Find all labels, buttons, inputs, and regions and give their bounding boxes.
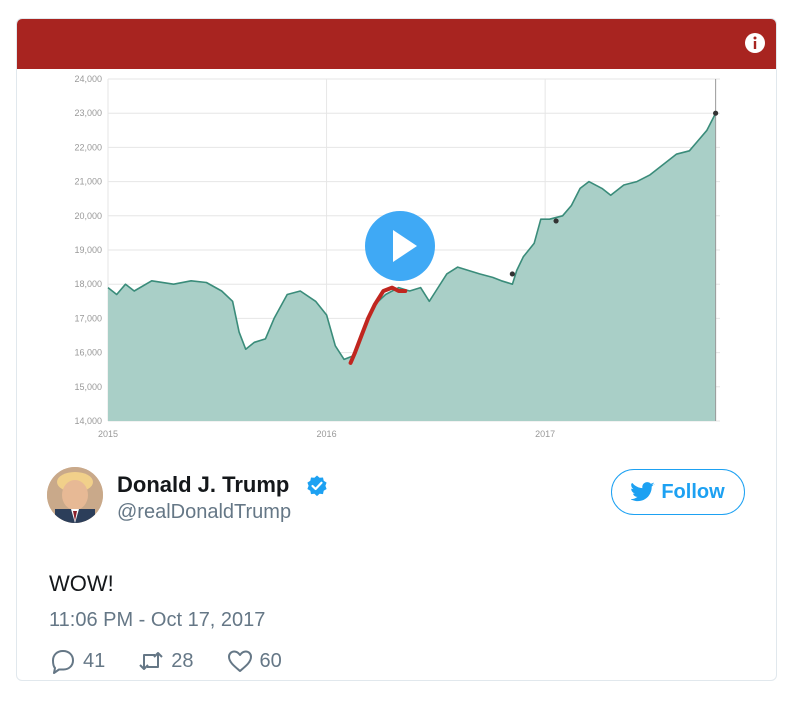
embedded-tweet-card: 14,000 15,000 16,000 17,000 18,000 19,000 20,0… — [16, 18, 777, 681]
x-tick-label: 2017 — [535, 429, 555, 439]
like-button[interactable]: 60 — [226, 647, 282, 675]
avatar-image — [47, 467, 103, 523]
data-marker — [509, 271, 515, 277]
x-tick-label: 2016 — [317, 429, 337, 439]
tweet-timestamp[interactable]: 11:06 PM - Oct 17, 2017 — [49, 609, 265, 632]
y-tick-label: 21,000 — [74, 177, 102, 187]
retweet-button[interactable]: 28 — [137, 647, 194, 675]
reply-count: 41 — [83, 649, 106, 672]
y-tick-label: 22,000 — [74, 142, 102, 152]
data-marker — [713, 110, 719, 116]
screen-name[interactable]: @realDonaldTrump — [117, 501, 291, 524]
reply-button[interactable]: 41 — [49, 647, 105, 675]
y-tick-label: 16,000 — [74, 348, 102, 358]
tweet-actions: 41 28 60 — [49, 645, 314, 677]
info-icon[interactable] — [743, 31, 767, 55]
y-tick-label: 14,000 — [74, 416, 102, 426]
y-tick-label: 18,000 — [74, 279, 102, 289]
avatar[interactable] — [47, 467, 103, 523]
play-icon[interactable] — [364, 210, 436, 282]
tweet-text: WOW! — [49, 571, 114, 596]
heart-icon — [227, 650, 252, 672]
video-player[interactable]: 14,000 15,000 16,000 17,000 18,000 19,000 20,0… — [17, 19, 776, 447]
data-marker — [553, 218, 559, 224]
reply-icon — [52, 650, 74, 674]
y-tick-label: 20,000 — [74, 211, 102, 221]
y-tick-label: 23,000 — [74, 108, 102, 118]
y-tick-label: 19,000 — [74, 245, 102, 255]
tweet-body: Donald J. Trump @realDonaldTrump Follow … — [17, 447, 776, 680]
retweet-icon — [139, 652, 163, 670]
follow-button[interactable]: Follow — [611, 469, 745, 515]
y-tick-label: 15,000 — [74, 382, 102, 392]
x-tick-label: 2015 — [98, 429, 118, 439]
y-tick-label: 17,000 — [74, 313, 102, 323]
twitter-bird-icon — [631, 482, 655, 502]
like-count: 60 — [259, 649, 282, 672]
retweet-count: 28 — [171, 649, 194, 672]
display-name[interactable]: Donald J. Trump — [117, 472, 289, 498]
y-tick-label: 24,000 — [74, 74, 102, 84]
verified-badge-icon — [307, 475, 327, 497]
follow-label: Follow — [661, 480, 725, 503]
video-title-bar — [17, 19, 776, 69]
